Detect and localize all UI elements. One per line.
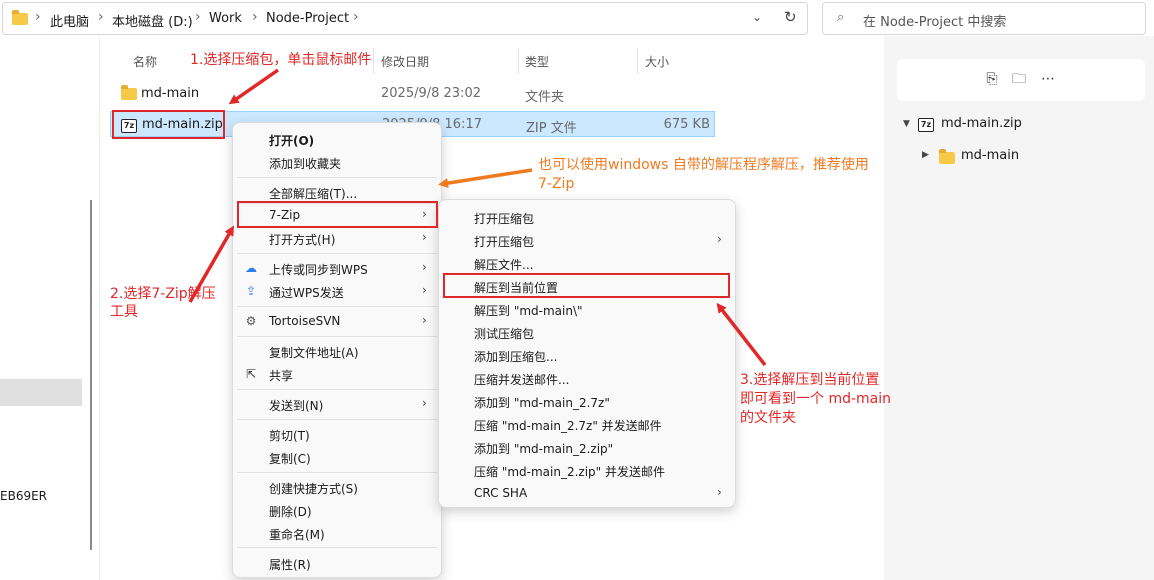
- annotation-tip-line2: 7-Zip: [538, 176, 575, 192]
- arrow-step1: [228, 68, 279, 105]
- annotation-tip-line1: 也可以使用windows 自带的解压程序解压，推荐使用: [538, 157, 869, 173]
- annotation-step1: 1.选择压缩包，单击鼠标邮件: [190, 52, 372, 68]
- annotation-step3-line2: 即可看到一个 md-main: [740, 391, 892, 407]
- annotation-step2-line1: 2.选择7-Zip解压: [110, 286, 216, 302]
- arrow-tip: [438, 168, 533, 189]
- arrow-step3: [716, 302, 767, 367]
- annotation-step3-line3: 的文件夹: [740, 410, 796, 426]
- annotation-step2-line2: 工具: [110, 304, 138, 320]
- annotation-step3-line1: 3.选择解压到当前位置: [740, 372, 880, 388]
